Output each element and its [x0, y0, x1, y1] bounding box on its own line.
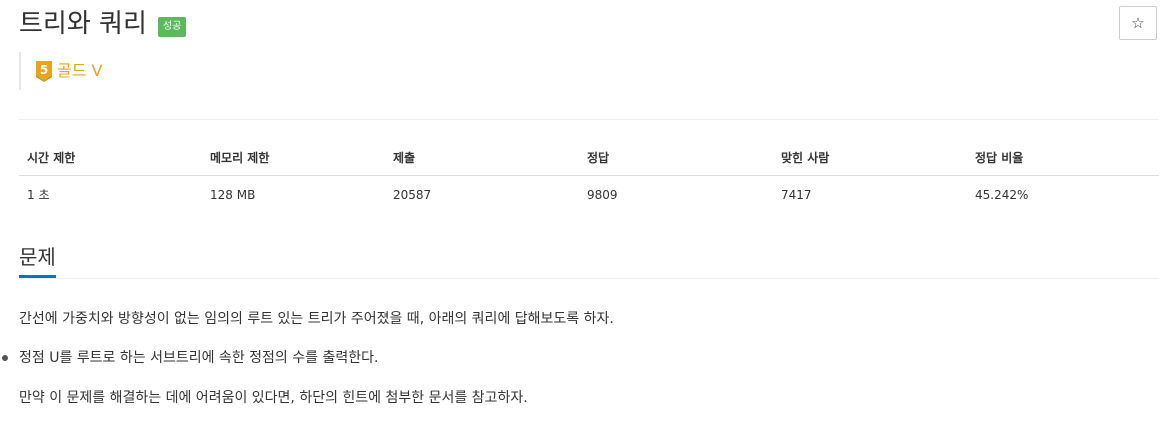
divider: [19, 119, 1159, 120]
star-button[interactable]: ☆: [1119, 6, 1157, 40]
problem-page: 트리와 쿼리 성공 ☆ 5 골드 V 시간 제한 메모리 제한 제출 정답 맞힌…: [0, 0, 1167, 424]
title-row: 트리와 쿼리 성공: [19, 6, 187, 42]
value-accepted[interactable]: 9809: [579, 176, 773, 214]
tier-number: 5: [40, 63, 48, 77]
list-item-text: 정점 U를 루트로 하는 서브트리에 속한 정점의 수를 출력한다.: [19, 350, 379, 366]
value-submissions[interactable]: 20587: [385, 176, 579, 214]
page-title: 트리와 쿼리: [19, 9, 147, 39]
problem-paragraph: 간선에 가중치와 방향성이 없는 임의의 루트 있는 트리가 주어졌을 때, 아…: [19, 311, 614, 327]
section-header: 문제: [19, 242, 1159, 279]
status-badge: 성공: [157, 17, 187, 37]
header-accepted: 정답: [579, 140, 773, 176]
star-icon: ☆: [1131, 14, 1145, 32]
section-title: 문제: [19, 242, 56, 278]
header-solvers: 맞힌 사람: [773, 140, 967, 176]
gold-tier-icon: 5: [36, 61, 52, 82]
problem-paragraph-hint: 만약 이 문제를 해결하는 데에 어려움이 있다면, 하단의 힌트에 첨부한 문…: [19, 390, 528, 406]
list-item: 정점 U를 루트로 하는 서브트리에 속한 정점의 수를 출력한다.: [0, 348, 378, 368]
table-row: 1 초 128 MB 20587 9809 7417 45.242%: [19, 176, 1159, 214]
tier-label[interactable]: 골드 V: [57, 60, 102, 82]
problem-info-table: 시간 제한 메모리 제한 제출 정답 맞힌 사람 정답 비율 1 초 128 M…: [19, 140, 1159, 213]
value-memory-limit: 128 MB: [210, 187, 256, 202]
value-solvers[interactable]: 7417: [773, 176, 967, 214]
value-time-limit: 1 초: [27, 188, 50, 202]
table-header-row: 시간 제한 메모리 제한 제출 정답 맞힌 사람 정답 비율: [19, 140, 1159, 176]
header-ratio: 정답 비율: [967, 140, 1159, 176]
header-memory-limit: 메모리 제한: [202, 140, 385, 176]
header-time-limit: 시간 제한: [19, 140, 202, 176]
bullet-icon: [2, 355, 8, 361]
header-submissions: 제출: [385, 140, 579, 176]
value-ratio: 45.242%: [975, 187, 1029, 202]
tier-block: 5 골드 V: [19, 52, 102, 90]
